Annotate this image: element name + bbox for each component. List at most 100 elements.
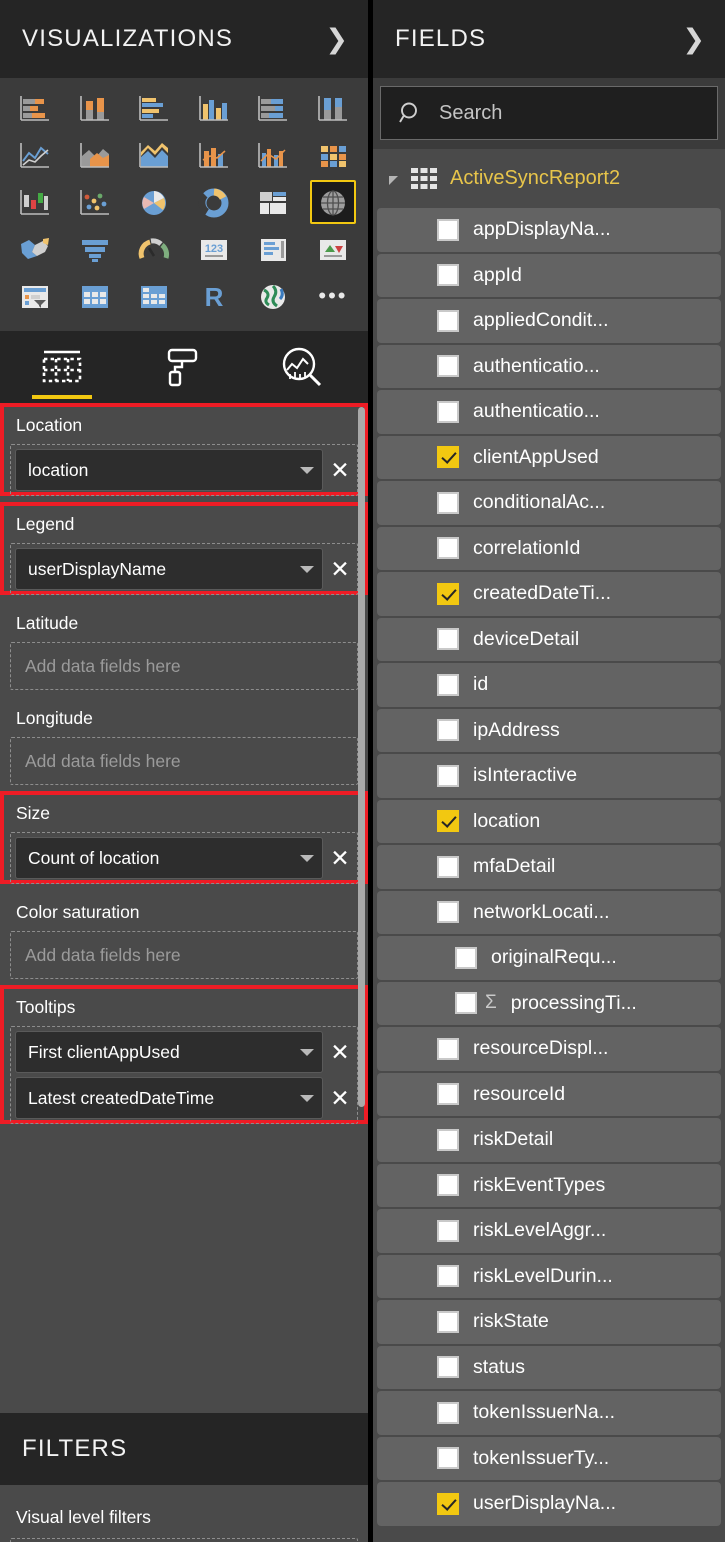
field-list-item[interactable]: authenticatio... [377, 390, 721, 434]
field-list-item[interactable]: appId [377, 253, 721, 297]
field-checkbox[interactable] [437, 1128, 459, 1151]
line-and-clustered-column-chart[interactable] [250, 133, 296, 177]
search-input[interactable]: Search [380, 86, 718, 140]
field-well-item[interactable]: userDisplayName ✕ [15, 548, 353, 590]
donut-chart[interactable] [191, 180, 237, 224]
field-list-item[interactable]: appliedCondit... [377, 299, 721, 343]
field-checkbox[interactable] [437, 1037, 459, 1060]
line-chart[interactable] [12, 133, 58, 177]
field-list-item[interactable]: riskEventTypes [377, 1163, 721, 1207]
field-checkbox[interactable] [437, 1401, 459, 1424]
field-list-item[interactable]: tokenIssuerNa... [377, 1391, 721, 1435]
field-list-item[interactable]: authenticatio... [377, 344, 721, 388]
remove-field-icon[interactable]: ✕ [327, 846, 353, 870]
field-list-item[interactable]: clientAppUsed [377, 435, 721, 479]
field-checkbox[interactable] [437, 1447, 459, 1470]
field-checkbox[interactable] [437, 1492, 459, 1515]
field-list-item[interactable]: ipAddress [377, 708, 721, 752]
field-checkbox[interactable] [437, 901, 459, 924]
kpi-visual[interactable] [310, 227, 356, 271]
slicer-visual[interactable] [12, 274, 58, 318]
field-checkbox[interactable] [437, 673, 459, 696]
expand-collapse-triangle-icon[interactable] [389, 176, 398, 185]
field-pill[interactable]: Count of location [15, 837, 323, 879]
field-checkbox[interactable] [437, 1310, 459, 1333]
field-checkbox[interactable] [437, 810, 459, 833]
field-checkbox[interactable] [437, 855, 459, 878]
treemap-chart[interactable] [250, 180, 296, 224]
waterfall-chart[interactable] [12, 180, 58, 224]
field-list-item[interactable]: tokenIssuerTy... [377, 1436, 721, 1480]
field-list-item[interactable]: riskState [377, 1300, 721, 1344]
field-list-item[interactable]: location [377, 799, 721, 843]
field-well-item[interactable]: Latest createdDateTime ✕ [15, 1077, 353, 1119]
field-wells-scrollbar[interactable] [358, 407, 365, 1107]
chevron-down-icon[interactable] [300, 565, 314, 573]
multi-row-card-visual[interactable] [250, 227, 296, 271]
clustered-column-chart[interactable] [191, 86, 237, 130]
field-pill[interactable]: First clientAppUsed [15, 1031, 323, 1073]
field-list-item[interactable]: deviceDetail [377, 617, 721, 661]
field-checkbox[interactable] [437, 1083, 459, 1106]
field-well-item[interactable]: location ✕ [15, 449, 353, 491]
card-visual[interactable]: 123 [191, 227, 237, 271]
field-checkbox[interactable] [437, 582, 459, 605]
matrix-visual[interactable] [131, 274, 177, 318]
field-list-item[interactable]: resourceId [377, 1072, 721, 1116]
field-list-item[interactable]: originalRequ... [377, 936, 721, 980]
chevron-right-icon[interactable]: ❯ [325, 25, 348, 53]
format-tab[interactable] [148, 331, 216, 399]
hundred-percent-stacked-bar-chart[interactable] [250, 86, 296, 130]
field-well-empty-drop-zone[interactable]: Add data fields here [10, 642, 358, 690]
field-list-item[interactable]: riskLevelAggr... [377, 1209, 721, 1253]
funnel-chart[interactable] [72, 227, 118, 271]
gauge-chart[interactable] [131, 227, 177, 271]
field-checkbox[interactable] [455, 946, 477, 969]
field-checkbox[interactable] [437, 1219, 459, 1242]
field-checkbox[interactable] [437, 1174, 459, 1197]
field-list-item[interactable]: conditionalAc... [377, 481, 721, 525]
filled-map-visual[interactable] [12, 227, 58, 271]
field-checkbox[interactable] [437, 446, 459, 469]
fields-table-header[interactable]: ActiveSyncReport2 [373, 149, 725, 208]
r-script-visual[interactable]: R [191, 274, 237, 318]
more-visuals-ellipsis[interactable]: ••• [310, 274, 356, 318]
stacked-bar-chart[interactable] [12, 86, 58, 130]
remove-field-icon[interactable]: ✕ [327, 1040, 353, 1064]
field-list-item[interactable]: createdDateTi... [377, 572, 721, 616]
chevron-down-icon[interactable] [300, 854, 314, 862]
field-checkbox[interactable] [437, 491, 459, 514]
area-chart[interactable] [72, 133, 118, 177]
field-well-drop-zone[interactable]: userDisplayName ✕ [10, 543, 358, 595]
field-list-item[interactable]: riskDetail [377, 1118, 721, 1162]
line-and-stacked-column-chart[interactable] [191, 133, 237, 177]
field-list-item[interactable]: resourceDispl... [377, 1027, 721, 1071]
field-list-item[interactable]: userDisplayNa... [377, 1482, 721, 1526]
field-well-empty-drop-zone[interactable]: Add data fields here [10, 931, 358, 979]
fields-tab[interactable] [28, 331, 96, 399]
field-well-drop-zone[interactable]: Count of location ✕ [10, 832, 358, 884]
field-checkbox[interactable] [437, 309, 459, 332]
analytics-tab[interactable] [268, 331, 336, 399]
clustered-bar-chart[interactable] [131, 86, 177, 130]
remove-field-icon[interactable]: ✕ [327, 458, 353, 482]
remove-field-icon[interactable]: ✕ [327, 1086, 353, 1110]
field-list-item[interactable]: correlationId [377, 526, 721, 570]
field-checkbox[interactable] [437, 719, 459, 742]
chevron-right-icon[interactable]: ❯ [682, 25, 705, 53]
field-checkbox[interactable] [437, 628, 459, 651]
field-pill[interactable]: Latest createdDateTime [15, 1077, 323, 1119]
field-list-item[interactable]: appDisplayNa... [377, 208, 721, 252]
chevron-down-icon[interactable] [300, 1048, 314, 1056]
field-list-item[interactable]: isInteractive [377, 754, 721, 798]
map-visual[interactable] [309, 180, 356, 224]
arcgis-maps-visual[interactable] [250, 274, 296, 318]
field-list-item[interactable]: networkLocati... [377, 890, 721, 934]
table-visual[interactable] [72, 274, 118, 318]
field-list-item[interactable]: mfaDetail [377, 845, 721, 889]
field-checkbox[interactable] [437, 1265, 459, 1288]
field-well-empty-drop-zone[interactable]: Add data fields here [10, 737, 358, 785]
chevron-down-icon[interactable] [300, 1094, 314, 1102]
stacked-column-chart[interactable] [72, 86, 118, 130]
field-checkbox[interactable] [437, 1356, 459, 1379]
